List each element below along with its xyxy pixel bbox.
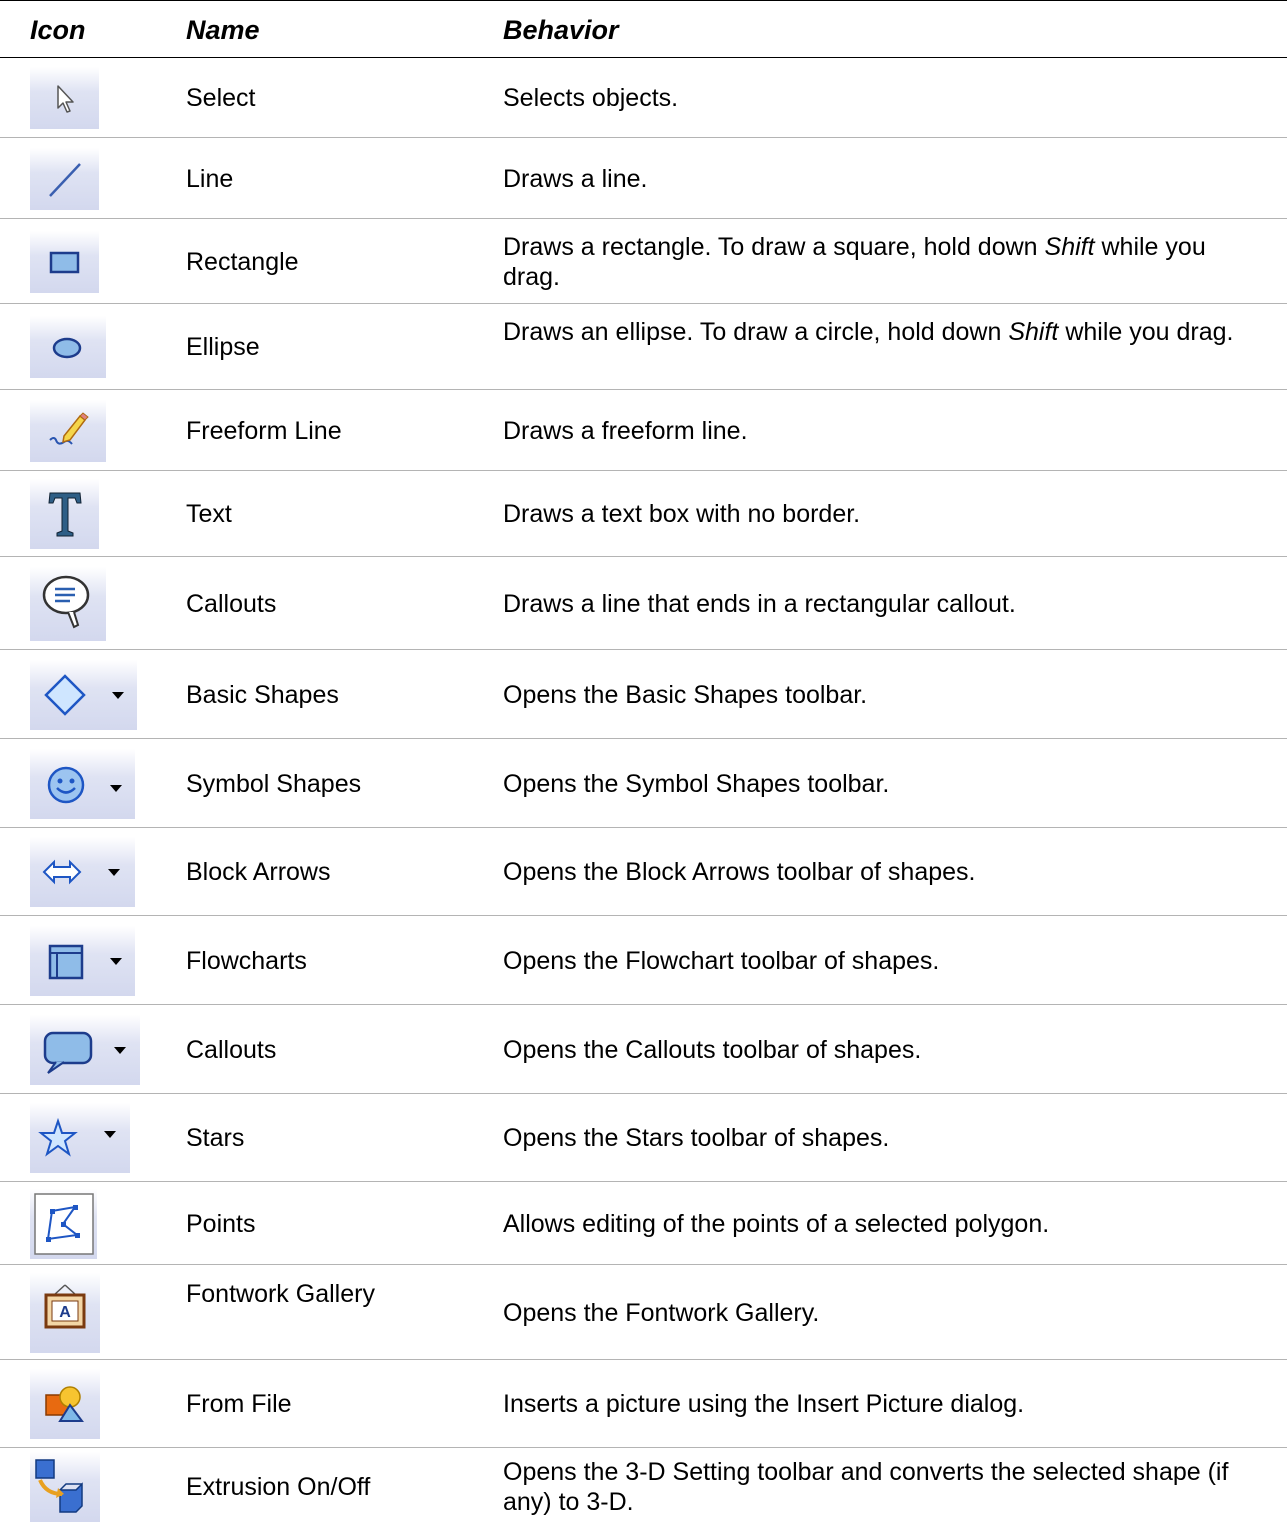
select-cursor-icon (30, 67, 99, 129)
behavior-text: Opens the 3-D Setting toolbar and conver… (503, 1458, 1229, 1516)
svg-text:A: A (59, 1304, 71, 1321)
table-row: Symbol Shapes Opens the Symbol Shapes too… (0, 739, 1287, 828)
tool-behavior: Selects objects. (503, 83, 1257, 113)
behavior-text: Selects objects. (503, 84, 679, 112)
tool-behavior: Draws a text box with no border. (503, 499, 1257, 529)
tool-name: Rectangle (186, 248, 299, 276)
tool-behavior: Draws a line that ends in a rectangular … (503, 589, 1257, 619)
smiley-dropdown-icon (30, 749, 135, 819)
extrusion-3d-icon (30, 1452, 100, 1522)
tool-behavior: Inserts a picture using the Insert Pictu… (503, 1389, 1257, 1419)
tool-name: Extrusion On/Off (186, 1473, 371, 1501)
header-behavior: Behavior (503, 15, 619, 45)
table-row: Points Allows editing of the points of a … (0, 1182, 1287, 1265)
tool-behavior: Opens the Stars toolbar of shapes. (503, 1123, 1257, 1153)
tool-name: From File (186, 1390, 292, 1418)
behavior-text: Draws a line that ends in a rectangular … (503, 590, 1016, 618)
behavior-text: Opens the Symbol Shapes toolbar. (503, 770, 890, 798)
tool-behavior: Opens the Callouts toolbar of shapes. (503, 1035, 1257, 1065)
tool-name: Text (186, 500, 232, 528)
behavior-text: Opens the Stars toolbar of shapes. (503, 1124, 890, 1152)
tool-behavior: Opens the Basic Shapes toolbar. (503, 680, 1257, 710)
tool-behavior: Opens the Flowchart toolbar of shapes. (503, 946, 1257, 976)
table-row: Text Draws a text box with no border. (0, 471, 1287, 557)
table-row: Ellipse Draws an ellipse. To draw a circl… (0, 304, 1287, 390)
behavior-text: Draws a freeform line. (503, 417, 748, 445)
behavior-text: Draws a rectangle. To draw a square, hol… (503, 233, 1045, 261)
tool-name: Callouts (186, 590, 277, 618)
table-header: Icon Name Behavior (0, 0, 1287, 58)
table-row: Callouts Opens the Callouts toolbar of sh… (0, 1005, 1287, 1094)
behavior-text: Opens the Flowchart toolbar of shapes. (503, 947, 940, 975)
tool-name: Freeform Line (186, 417, 342, 445)
table-row: Stars Opens the Stars toolbar of shapes. (0, 1094, 1287, 1182)
tool-behavior: Draws an ellipse. To draw a circle, hold… (503, 317, 1257, 347)
behavior-text: while you drag. (1058, 318, 1234, 346)
points-polygon-icon (30, 1189, 97, 1259)
freeform-pencil-icon (30, 400, 106, 462)
flowchart-dropdown-icon (30, 926, 135, 996)
table-row: Basic Shapes Opens the Basic Shapes toolb… (0, 650, 1287, 739)
callout-bubble-icon (30, 567, 106, 641)
behavior-text: Draws a text box with no border. (503, 500, 861, 528)
fontwork-frame-icon: A (30, 1273, 100, 1353)
header-icon: Icon (30, 15, 86, 45)
table-row: Callouts Draws a line that ends in a rect… (0, 557, 1287, 650)
star-dropdown-icon (30, 1103, 130, 1173)
tool-name: Fontwork Gallery (186, 1280, 375, 1308)
table-row: Extrusion On/Off Opens the 3-D Setting to… (0, 1448, 1287, 1525)
tool-behavior: Opens the 3-D Setting toolbar and conver… (503, 1457, 1257, 1517)
tool-name: Select (186, 84, 256, 112)
behavior-text: Draws a line. (503, 165, 648, 193)
tool-behavior: Allows editing of the points of a select… (503, 1209, 1257, 1239)
behavior-text: Inserts a picture using the Insert Pictu… (503, 1390, 1025, 1418)
behavior-text: Opens the Fontwork Gallery. (503, 1299, 820, 1327)
header-name: Name (186, 15, 260, 45)
table-row: Freeform Line Draws a freeform line. (0, 390, 1287, 471)
speech-bubble-dropdown-icon (30, 1015, 140, 1085)
insert-picture-icon (30, 1369, 100, 1439)
tool-name: Flowcharts (186, 947, 307, 975)
behavior-text: Opens the Block Arrows toolbar of shapes… (503, 858, 976, 886)
table-row: From File Inserts a picture using the Ins… (0, 1360, 1287, 1448)
behavior-key-emphasis: Shift (1008, 318, 1059, 346)
double-arrow-dropdown-icon (30, 837, 135, 907)
tool-behavior: Draws a line. (503, 164, 1257, 194)
tool-name: Stars (186, 1124, 245, 1152)
diamond-dropdown-icon (30, 660, 137, 730)
tool-name: Points (186, 1210, 256, 1238)
behavior-text: Opens the Callouts toolbar of shapes. (503, 1036, 922, 1064)
tool-behavior: Draws a rectangle. To draw a square, hol… (503, 232, 1257, 292)
tool-behavior: Opens the Block Arrows toolbar of shapes… (503, 857, 1257, 887)
text-t-icon (30, 479, 99, 549)
table-row: Line Draws a line. (0, 138, 1287, 219)
tool-name: Line (186, 165, 234, 193)
tool-behavior: Opens the Symbol Shapes toolbar. (503, 769, 1257, 799)
behavior-text: Allows editing of the points of a select… (503, 1210, 1050, 1238)
table-row: Block Arrows Opens the Block Arrows toolb… (0, 828, 1287, 916)
behavior-text: Opens the Basic Shapes toolbar. (503, 681, 868, 709)
ellipse-icon (30, 316, 106, 378)
tool-name: Basic Shapes (186, 681, 339, 709)
rectangle-icon (30, 231, 99, 293)
table-row: Flowcharts Opens the Flowchart toolbar of… (0, 916, 1287, 1005)
behavior-text: Draws an ellipse. To draw a circle, hold… (503, 318, 1009, 346)
table-row: Select Selects objects. (0, 58, 1287, 138)
line-icon (30, 148, 99, 210)
tool-behavior: Opens the Fontwork Gallery. (503, 1298, 1257, 1328)
tool-name: Symbol Shapes (186, 770, 362, 798)
behavior-key-emphasis: Shift (1044, 233, 1095, 261)
table-row: Rectangle Draws a rectangle. To draw a sq… (0, 219, 1287, 304)
tool-name: Block Arrows (186, 858, 331, 886)
tool-name: Callouts (186, 1036, 277, 1064)
tool-behavior: Draws a freeform line. (503, 416, 1257, 446)
tool-name: Ellipse (186, 333, 260, 361)
table-row: A Fontwork Gallery Opens the Fontwork Gall… (0, 1265, 1287, 1360)
